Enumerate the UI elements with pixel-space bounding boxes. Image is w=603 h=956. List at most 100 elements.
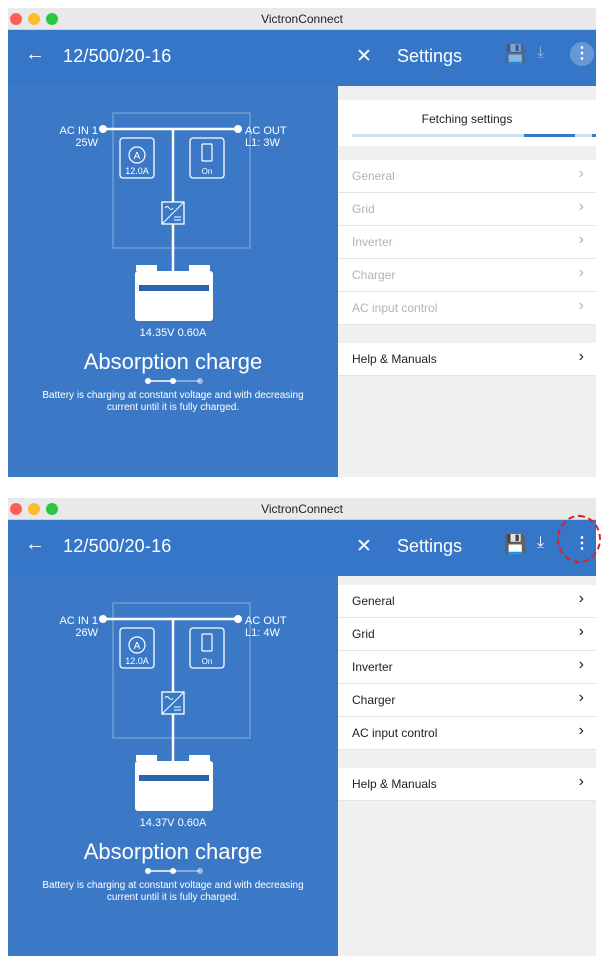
battery-icon	[135, 755, 213, 811]
menu-item-charger[interactable]: Charger ›	[338, 259, 596, 292]
menu-item-label: AC input control	[352, 301, 438, 315]
ac-in-node	[99, 615, 107, 623]
app-window-1: VictronConnect ← 12/500/20-16 AC IN 1 25…	[8, 8, 596, 477]
chevron-right-icon: ›	[578, 297, 584, 314]
menu-item-charger[interactable]: Charger ›	[338, 684, 596, 717]
menu-item-label: Grid	[352, 202, 375, 216]
chevron-right-icon: ›	[578, 348, 584, 365]
menu-item-label: Help & Manuals	[352, 352, 437, 366]
ac-in-node	[99, 125, 107, 133]
device-name: 12/500/20-16	[63, 46, 172, 66]
title-bar: VictronConnect	[8, 8, 596, 30]
status-description-line1: Battery is charging at constant voltage …	[42, 390, 303, 401]
menu-item-general[interactable]: General ›	[338, 585, 596, 618]
menu-item-label: Help & Manuals	[352, 777, 437, 791]
menu-item-help-manuals[interactable]: Help & Manuals ›	[338, 343, 596, 376]
chevron-right-icon: ›	[578, 590, 584, 607]
chevron-right-icon: ›	[578, 689, 584, 706]
menu-item-label: Charger	[352, 693, 396, 707]
chevron-right-icon: ›	[578, 165, 584, 182]
menu-item-inverter[interactable]: Inverter ›	[338, 651, 596, 684]
settings-title: Settings	[397, 536, 463, 556]
settings-title: Settings	[397, 46, 463, 66]
battery-icon	[135, 265, 213, 321]
back-arrow-icon[interactable]: ←	[25, 533, 45, 556]
mode-switch-button[interactable]: On	[189, 627, 225, 669]
close-icon[interactable]: ✕	[356, 45, 372, 68]
menu-item-help-manuals[interactable]: Help & Manuals ›	[338, 768, 596, 801]
window-title: VictronConnect	[261, 12, 343, 26]
ac-out-node	[234, 615, 242, 623]
menu-item-general[interactable]: General ›	[338, 160, 596, 193]
ac-in-label: AC IN 1	[59, 125, 98, 137]
menu-item-label: Inverter	[352, 235, 393, 249]
device-overview-panel: ← 12/500/20-16 AC IN 1 25W AC OUT L1: 3W…	[8, 30, 338, 477]
current-limit-value: 12.0A	[125, 166, 149, 176]
svg-text:A: A	[134, 641, 141, 652]
menu-item-label: Charger	[352, 268, 396, 282]
ac-out-label: AC OUT	[245, 125, 287, 137]
menu-item-label: Inverter	[352, 660, 393, 674]
chevron-right-icon: ›	[578, 198, 584, 215]
status-description-line1: Battery is charging at constant voltage …	[42, 880, 303, 891]
settings-header: ✕ Settings 💾 ⤓ ⋮	[338, 520, 596, 576]
menu-item-inverter[interactable]: Inverter ›	[338, 226, 596, 259]
settings-panel: ✕ Settings 💾 ⤓ ⋮ Fetching settings Gener…	[338, 30, 596, 477]
menu-item-grid[interactable]: Grid ›	[338, 618, 596, 651]
inverter-icon	[161, 691, 185, 715]
status-title: Absorption charge	[84, 349, 263, 374]
ac-in-label: AC IN 1	[59, 615, 98, 627]
chevron-right-icon: ›	[578, 773, 584, 790]
ac-out-power: L1: 4W	[245, 627, 280, 639]
download-icon[interactable]: ⤓	[537, 44, 544, 62]
switch-state: On	[202, 657, 213, 666]
system-diagram: AC IN 1 26W AC OUT L1: 4W A 12.0A On 14.…	[42, 602, 304, 903]
chevron-right-icon: ›	[578, 264, 584, 281]
device-header: ← 12/500/20-16	[8, 30, 338, 86]
menu-item-ac-input-control[interactable]: AC input control ›	[338, 292, 596, 325]
close-icon[interactable]: ✕	[356, 535, 372, 558]
chevron-right-icon: ›	[578, 623, 584, 640]
save-icon[interactable]: 💾	[504, 534, 526, 555]
highlight-circle	[557, 515, 601, 563]
app-window-2: VictronConnect ← 12/500/20-16 AC IN 1 26…	[8, 498, 596, 956]
ac-in-power: 25W	[75, 137, 98, 149]
fetching-progress-bar	[352, 134, 596, 137]
svg-text:A: A	[134, 151, 141, 162]
settings-header: ✕ Settings 💾 ⤓ ⋮	[338, 30, 596, 86]
status-description-line2: current until it is fully charged.	[107, 892, 239, 903]
menu-item-label: General	[352, 594, 395, 608]
back-arrow-icon[interactable]: ←	[25, 43, 45, 66]
ac-in-power: 26W	[75, 627, 98, 639]
menu-item-label: AC input control	[352, 726, 438, 740]
menu-item-grid[interactable]: Grid ›	[338, 193, 596, 226]
fetching-text: Fetching settings	[421, 112, 513, 126]
settings-panel: ✕ Settings 💾 ⤓ ⋮ General › Grid › Inverter…	[338, 520, 596, 956]
menu-item-ac-input-control[interactable]: AC input control ›	[338, 717, 596, 750]
device-overview-panel: ← 12/500/20-16 AC IN 1 26W AC OUT L1: 4W…	[8, 520, 338, 956]
download-icon[interactable]: ⤓	[537, 534, 544, 552]
charge-state-indicator	[145, 868, 203, 874]
chevron-right-icon: ›	[578, 722, 584, 739]
ac-out-label: AC OUT	[245, 615, 287, 627]
more-options-icon[interactable]: ⋮	[570, 42, 594, 66]
status-title: Absorption charge	[84, 839, 263, 864]
current-limit-value: 12.0A	[125, 656, 149, 666]
battery-reading: 14.37V 0.60A	[140, 817, 207, 829]
battery-reading: 14.35V 0.60A	[140, 327, 207, 339]
title-bar: VictronConnect	[8, 498, 596, 520]
chevron-right-icon: ›	[578, 231, 584, 248]
inverter-icon	[161, 201, 185, 225]
current-limit-button[interactable]: A 12.0A	[119, 627, 155, 669]
device-name: 12/500/20-16	[63, 536, 172, 556]
ac-out-power: L1: 3W	[245, 137, 280, 149]
window-title: VictronConnect	[261, 502, 343, 516]
device-header: ← 12/500/20-16	[8, 520, 338, 576]
save-icon[interactable]: 💾	[504, 44, 526, 65]
current-limit-button[interactable]: A 12.0A	[119, 137, 155, 179]
mode-switch-button[interactable]: On	[189, 137, 225, 179]
charge-state-indicator	[145, 378, 203, 384]
fetching-status: Fetching settings	[338, 100, 596, 146]
menu-item-label: General	[352, 169, 395, 183]
chevron-right-icon: ›	[578, 656, 584, 673]
